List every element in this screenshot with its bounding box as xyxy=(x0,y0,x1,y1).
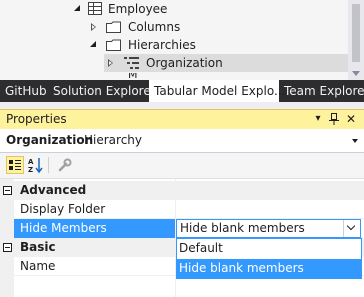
property-row-display-folder[interactable]: Display Folder xyxy=(0,200,364,219)
categorized-icon xyxy=(9,160,21,170)
property-label: Hide Members xyxy=(20,221,107,235)
close-icon[interactable]: ✕ xyxy=(344,112,358,126)
svg-text:A: A xyxy=(28,158,34,166)
dropdown-option-default[interactable]: Default xyxy=(177,239,361,258)
tree-item-label: Hierarchies xyxy=(128,38,196,52)
tree-item-label: Employee xyxy=(108,2,168,16)
category-label: Advanced xyxy=(20,183,87,197)
table-icon xyxy=(88,2,102,15)
collapsed-arrow-icon[interactable] xyxy=(91,23,96,31)
sort-alphabetical-icon: A Z xyxy=(28,158,43,174)
properties-title: Properties xyxy=(6,112,67,126)
tab-tabular-model-explorer[interactable]: Tabular Model Explo... xyxy=(149,80,285,102)
solution-tree: Employee Columns Hierarchies Organizatio… xyxy=(0,0,364,80)
property-pages-button[interactable] xyxy=(56,156,74,174)
scrollbar-thumb[interactable] xyxy=(352,4,360,62)
properties-title-bar: Properties ▾ ✕ xyxy=(0,109,364,129)
property-label: Display Folder xyxy=(20,202,106,216)
category-label: Basic xyxy=(20,240,56,254)
tab-team-explorer[interactable]: Team Explorer xyxy=(279,80,364,102)
panel-divider xyxy=(0,102,364,109)
alphabetical-button[interactable]: A Z xyxy=(27,156,45,174)
category-row-advanced[interactable]: Advanced xyxy=(0,181,364,200)
property-label: Name xyxy=(20,259,56,273)
tree-item-employee[interactable]: Employee xyxy=(0,0,348,18)
object-type: Hierarchy xyxy=(84,133,143,147)
categorized-button[interactable] xyxy=(6,156,24,174)
combo-value: Hide blank members xyxy=(180,221,305,235)
collapsed-arrow-icon[interactable] xyxy=(108,59,113,67)
svg-text:Z: Z xyxy=(28,166,33,174)
expanded-arrow-icon[interactable] xyxy=(74,5,80,11)
dropdown-button[interactable] xyxy=(343,220,360,237)
object-selector[interactable]: Organization Hierarchy xyxy=(0,130,364,153)
properties-toolbar: A Z xyxy=(0,153,364,179)
vertical-scrollbar[interactable] xyxy=(348,0,364,80)
hide-members-combo[interactable]: Hide blank members xyxy=(176,219,361,238)
tree-item-label: Organization xyxy=(146,56,223,70)
object-name: Organization xyxy=(6,133,94,147)
dropdown-option-hide-blank-members[interactable]: Hide blank members xyxy=(177,259,361,278)
collapse-icon[interactable] xyxy=(3,243,12,252)
tree-item-hierarchies[interactable]: Hierarchies xyxy=(0,36,348,54)
window-menu-icon[interactable]: ▾ xyxy=(311,112,325,126)
chevron-down-icon xyxy=(346,221,356,231)
tree-item-label: Columns xyxy=(128,20,181,34)
toolbar-separator xyxy=(48,157,49,173)
wrench-icon xyxy=(58,158,72,172)
folder-icon xyxy=(106,21,121,33)
collapse-icon[interactable] xyxy=(3,186,12,195)
folder-icon xyxy=(106,39,121,51)
tool-window-tabs: GitHub Solution Explorer Tabular Model E… xyxy=(0,80,364,102)
tab-solution-explorer[interactable]: Solution Explorer xyxy=(48,80,156,102)
hide-members-dropdown-list: Default Hide blank members xyxy=(176,238,362,279)
chevron-down-icon[interactable] xyxy=(352,139,358,143)
tree-item-columns[interactable]: Columns xyxy=(0,18,348,36)
expanded-arrow-icon[interactable] xyxy=(90,41,96,47)
tree-item-partial: M xyxy=(128,73,138,80)
scroll-down-arrow-icon[interactable] xyxy=(352,71,360,76)
tree-item-organization[interactable]: Organization xyxy=(104,54,348,72)
pin-icon[interactable] xyxy=(329,113,339,125)
hierarchy-icon xyxy=(124,57,139,69)
tab-github[interactable]: GitHub xyxy=(0,80,48,102)
